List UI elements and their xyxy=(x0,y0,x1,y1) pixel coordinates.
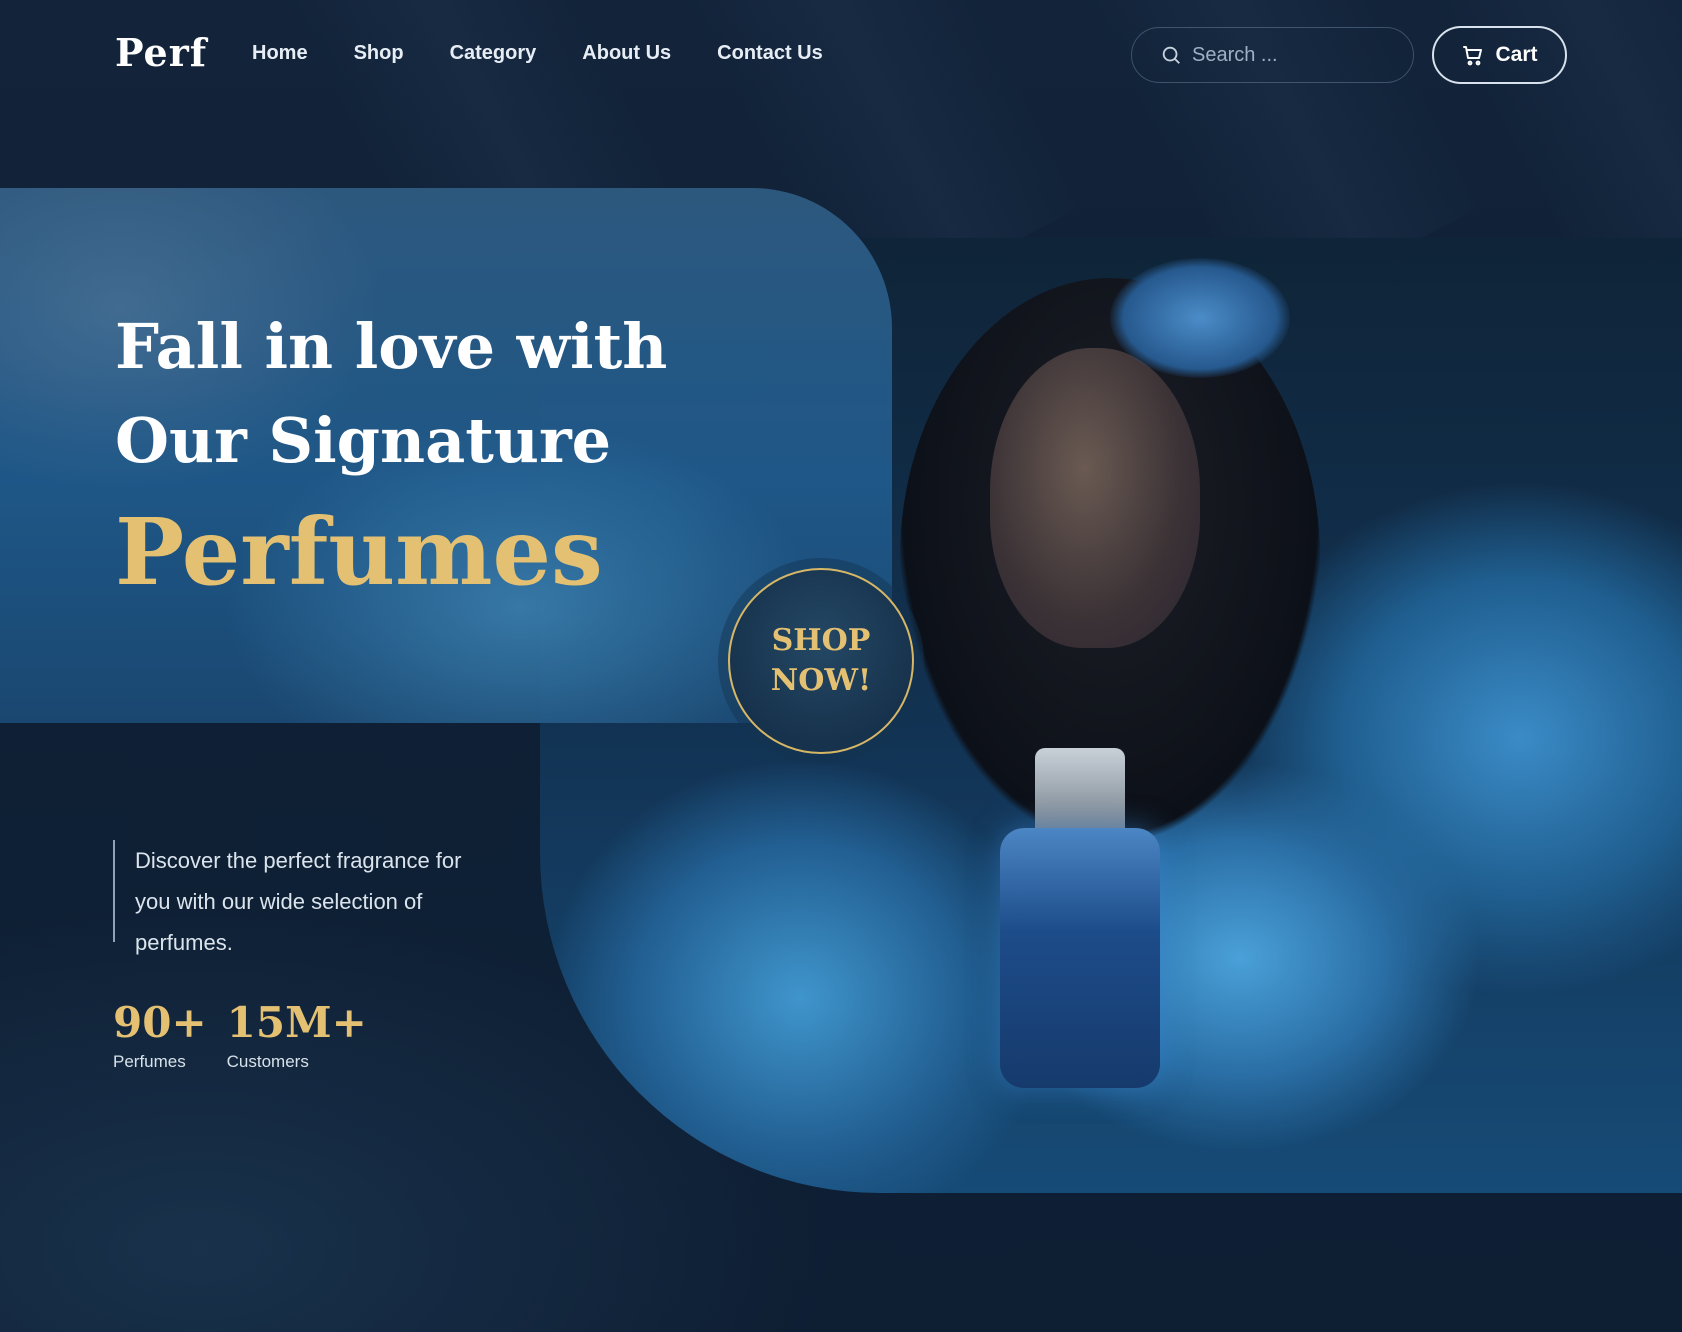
hero-description-text: Discover the perfect fragrance for you w… xyxy=(135,848,462,955)
nav-item-about-us[interactable]: About Us xyxy=(582,42,671,65)
cart-icon xyxy=(1463,46,1483,66)
nav-item-home[interactable]: Home xyxy=(252,42,308,65)
stat-label: Customers xyxy=(226,1052,309,1071)
stats-row: 90+ Perfumes 15M+ Customers xyxy=(113,998,367,1072)
nav-item-category[interactable]: Category xyxy=(450,42,537,65)
nav-item-contact-us[interactable]: Contact Us xyxy=(717,42,823,65)
search-bar[interactable] xyxy=(1131,27,1414,83)
model-face xyxy=(990,348,1200,648)
shop-now-label: SHOP NOW! xyxy=(770,623,872,698)
main-menu: Home Shop Category About Us Contact Us xyxy=(252,42,869,65)
stat-value: 90+ xyxy=(113,998,207,1047)
cart-button[interactable]: Cart xyxy=(1432,26,1567,84)
brand-logo[interactable]: Perf xyxy=(115,30,207,75)
hero-line-2: Our Signature xyxy=(115,404,612,477)
shop-now-button[interactable]: SHOP NOW! xyxy=(728,568,914,754)
perfume-bottle-cap xyxy=(1035,748,1125,838)
stat-customers: 15M+ Customers xyxy=(227,998,367,1072)
perfume-bottle xyxy=(1000,828,1160,1088)
hair-flower xyxy=(1110,258,1290,378)
top-navbar: Perf Home Shop Category About Us Contact… xyxy=(0,0,1682,110)
cart-label: Cart xyxy=(1495,43,1538,66)
stat-perfumes: 90+ Perfumes xyxy=(113,998,207,1072)
stat-value: 15M+ xyxy=(226,998,367,1047)
nav-item-shop[interactable]: Shop xyxy=(354,42,404,65)
hero-description: Discover the perfect fragrance for you w… xyxy=(113,840,465,955)
search-input[interactable] xyxy=(1192,43,1392,67)
hero-highlight: Perfumes xyxy=(115,498,603,606)
search-icon xyxy=(1162,46,1180,64)
stat-label: Perfumes xyxy=(113,1052,186,1071)
hero-headline: Fall in love with Our Signature Perfumes xyxy=(115,300,667,612)
hero-line-1: Fall in love with xyxy=(115,310,668,383)
